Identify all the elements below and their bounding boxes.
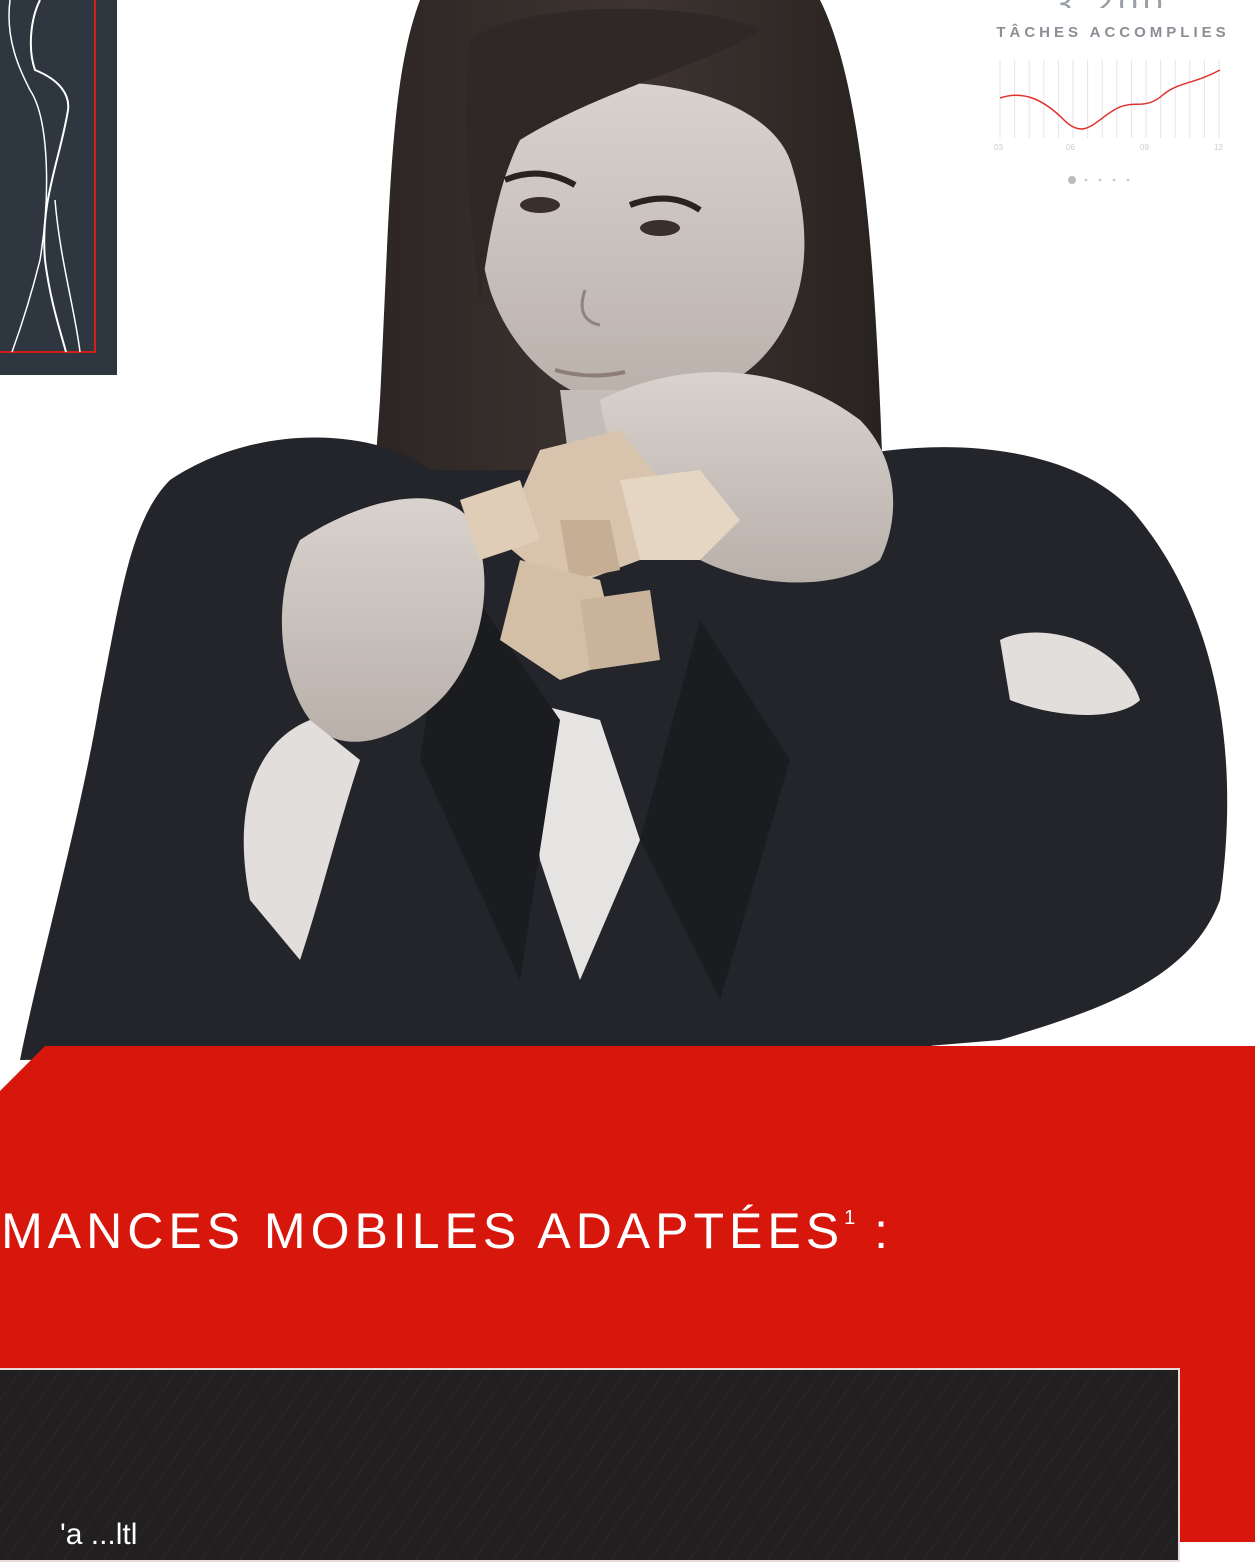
headline-text: RMANCES MOBILES ADAPTÉES (0, 1203, 845, 1259)
pagination-dots[interactable] (1068, 176, 1130, 184)
tick-label-03: 03 (994, 143, 1003, 152)
tick-label-06: 06 (1066, 143, 1075, 152)
dark-content-panel (0, 1368, 1180, 1562)
pagination-dot[interactable] (1126, 178, 1130, 182)
pagination-dot[interactable] (1098, 178, 1102, 182)
sparkline-series (999, 69, 1221, 130)
pagination-dot[interactable] (1112, 178, 1116, 182)
tasks-count: 3 200 (980, 0, 1242, 8)
panel-text: 'a ...ltl (60, 1518, 138, 1551)
headline-suffix: : (855, 1203, 894, 1259)
tick-label-09: 09 (1140, 143, 1149, 152)
tick-label-12: 12 (1214, 143, 1223, 152)
pagination-dot[interactable] (1084, 178, 1088, 182)
footnote-mark: 1 (844, 1207, 856, 1229)
silhouette-illustration (0, 0, 96, 353)
pagination-dot[interactable] (1068, 176, 1076, 184)
tasks-label: TÂCHES ACCOMPLIES (996, 24, 1230, 41)
tasks-sparkline: 03 06 09 12 (994, 60, 1223, 184)
inset-illustration-card (0, 0, 117, 375)
banner-headline: RMANCES MOBILES ADAPTÉES1 : (0, 1202, 893, 1260)
